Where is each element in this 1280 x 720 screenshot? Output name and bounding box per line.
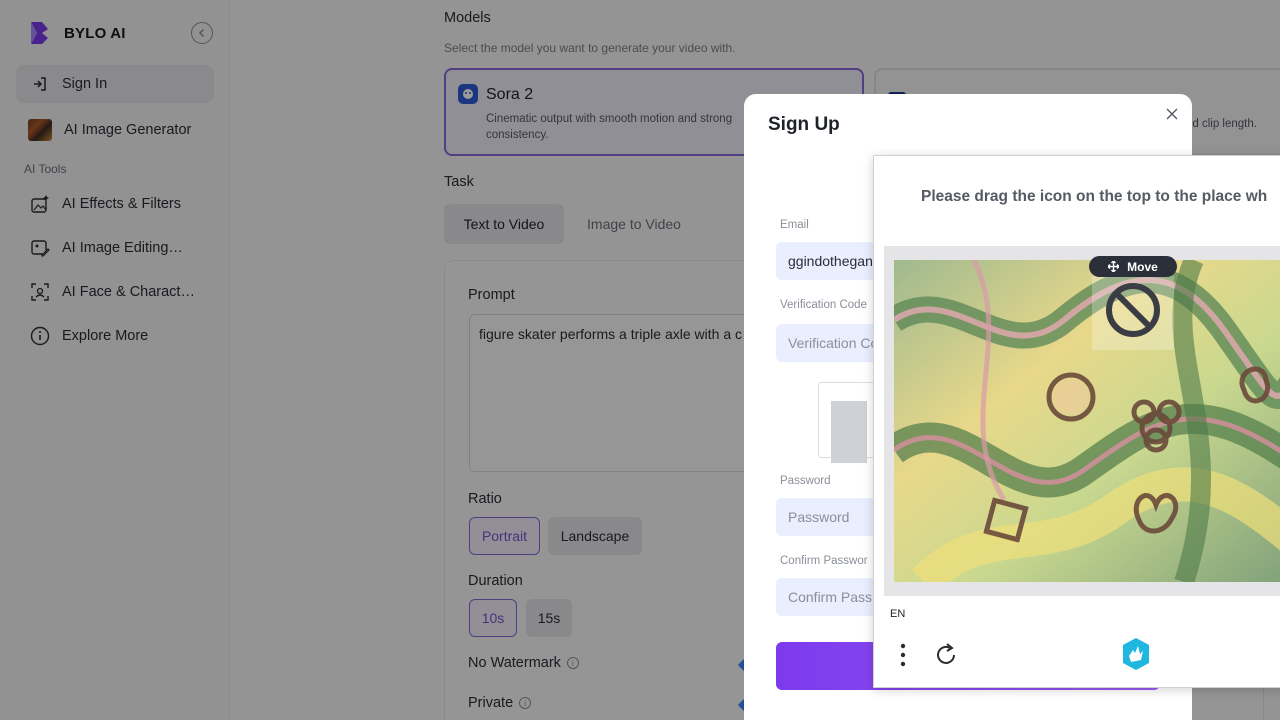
captcha-thumbnail	[831, 401, 867, 463]
move-arrows-icon	[1108, 261, 1120, 272]
verification-code-label: Verification Code	[780, 299, 867, 311]
password-label: Password	[780, 475, 831, 487]
email-label: Email	[780, 219, 809, 231]
captcha-instruction: Please drag the icon on the top to the p…	[921, 188, 1268, 205]
captcha-brand-logo	[1123, 638, 1149, 670]
more-options-icon[interactable]	[896, 640, 910, 670]
puzzle-image	[894, 260, 1280, 582]
drag-piece[interactable]	[1092, 276, 1174, 350]
modal-title: Sign Up	[768, 114, 840, 135]
close-icon[interactable]	[1164, 106, 1180, 122]
prohibited-icon	[1106, 283, 1160, 337]
move-handle[interactable]: Move	[1089, 256, 1177, 277]
captcha-trigger[interactable]	[818, 382, 878, 463]
refresh-icon[interactable]	[932, 641, 960, 669]
move-label: Move	[1127, 259, 1158, 274]
captcha-popup: Please drag the icon on the top to the p…	[873, 155, 1280, 688]
language-selector[interactable]: EN	[890, 608, 905, 620]
confirm-password-label: Confirm Passwor	[780, 555, 868, 567]
